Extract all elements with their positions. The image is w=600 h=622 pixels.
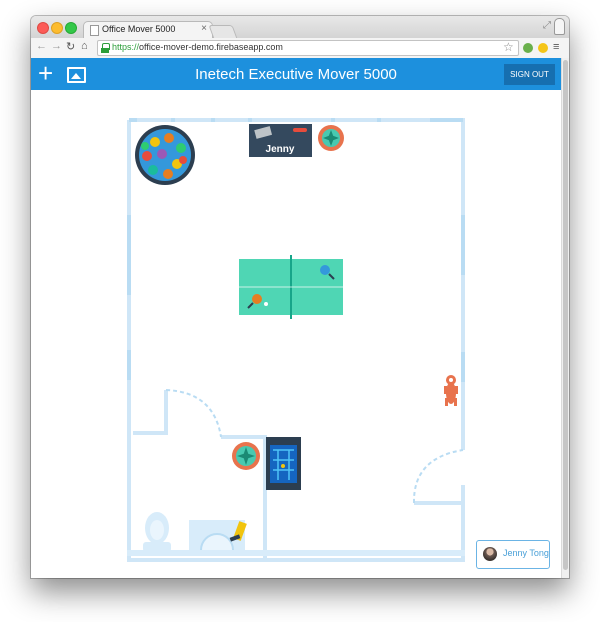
arcade-machine bbox=[266, 437, 301, 490]
plant-bottom bbox=[232, 442, 260, 470]
floor-plan: Jenny bbox=[127, 118, 465, 562]
desk-name-label: Jenny bbox=[266, 144, 295, 155]
app-header: + Inetech Executive Mover 5000 SIGN OUT bbox=[31, 58, 561, 90]
browser-tab[interactable]: Office Mover 5000 × bbox=[83, 21, 213, 39]
back-icon[interactable]: ← bbox=[36, 40, 47, 52]
browser-toolbar: ← → ↻ ⌂ https://office-mover-demo.fireba… bbox=[31, 38, 569, 59]
colorful-rug bbox=[135, 125, 195, 185]
browser-window: Office Mover 5000 × ⤢ ← → ↻ ⌂ https://of… bbox=[31, 16, 569, 578]
extension-icon[interactable] bbox=[523, 43, 533, 53]
office-canvas: Jenny Jenny Tong bbox=[31, 90, 561, 578]
fullscreen-icon[interactable]: ⤢ bbox=[543, 20, 551, 31]
zoom-window-button[interactable] bbox=[65, 22, 77, 34]
app-title: Inetech Executive Mover 5000 bbox=[195, 66, 397, 83]
address-bar[interactable]: https://office-mover-demo.firebaseapp.co… bbox=[97, 40, 519, 56]
current-user-chip[interactable]: Jenny Tong bbox=[476, 540, 550, 569]
door-swings bbox=[165, 389, 464, 504]
bookmark-star-icon[interactable]: ☆ bbox=[503, 40, 514, 54]
ping-pong-table bbox=[239, 255, 343, 319]
plant-top bbox=[318, 125, 344, 151]
forward-icon[interactable]: → bbox=[51, 40, 62, 52]
bathroom-fixtures bbox=[143, 512, 247, 552]
notification-icon[interactable] bbox=[538, 43, 548, 53]
menu-icon[interactable]: ≡ bbox=[553, 41, 559, 53]
sign-out-button[interactable]: SIGN OUT bbox=[504, 64, 555, 85]
url-text: https://office-mover-demo.firebaseapp.co… bbox=[112, 42, 283, 52]
home-icon[interactable]: ⌂ bbox=[81, 40, 88, 52]
tab-bar: Office Mover 5000 × ⤢ bbox=[31, 16, 569, 39]
dog bbox=[444, 375, 458, 406]
reload-icon[interactable]: ↻ bbox=[66, 40, 75, 53]
page-icon bbox=[90, 25, 99, 36]
user-name: Jenny Tong bbox=[503, 548, 549, 558]
tab-title: Office Mover 5000 bbox=[102, 24, 176, 34]
avatar bbox=[483, 547, 497, 561]
lock-icon bbox=[101, 43, 110, 53]
close-window-button[interactable] bbox=[37, 22, 49, 34]
scrollbar[interactable] bbox=[561, 58, 569, 578]
new-tab-button[interactable] bbox=[208, 25, 238, 39]
office-walls bbox=[127, 118, 465, 562]
profile-icon[interactable] bbox=[554, 18, 565, 35]
minimize-window-button[interactable] bbox=[51, 22, 63, 34]
wall-windows bbox=[127, 118, 465, 556]
scrollbar-thumb[interactable] bbox=[563, 60, 568, 570]
close-tab-icon[interactable]: × bbox=[201, 23, 207, 34]
